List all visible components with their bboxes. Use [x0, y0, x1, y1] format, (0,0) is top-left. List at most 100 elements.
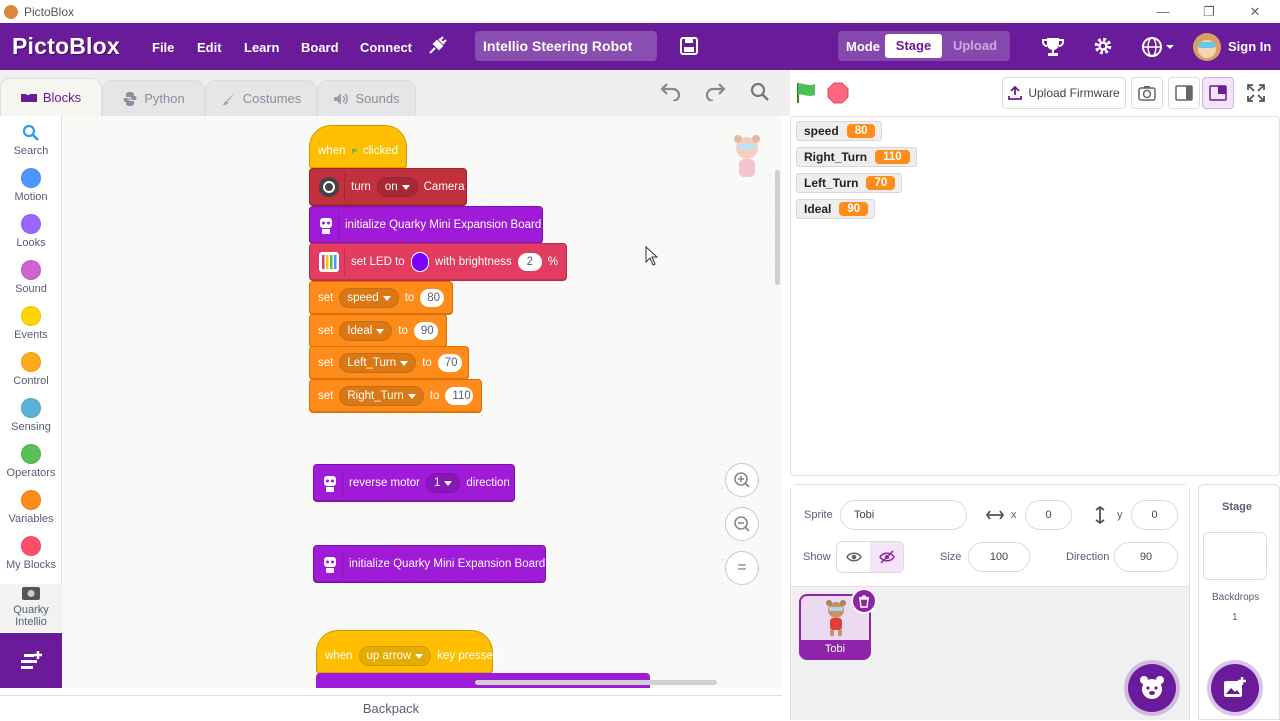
zoom-out-button[interactable]	[725, 507, 759, 541]
trophy-icon[interactable]	[1041, 35, 1065, 59]
stop-button[interactable]	[827, 82, 849, 104]
pictoblox-logo[interactable]: PictoBlox	[12, 33, 120, 60]
value-input[interactable]: 110	[445, 387, 473, 405]
block-set-led-brightness[interactable]: set LED to with brightness 2 %	[309, 243, 567, 281]
fullscreen-button[interactable]	[1240, 77, 1272, 109]
menu-file[interactable]: File	[152, 40, 174, 55]
project-name-input[interactable]: Intellio Steering Robot	[475, 31, 657, 61]
category-quarky-intellio[interactable]: Quarky Intellio	[0, 584, 62, 632]
variable-dropdown[interactable]: speed	[339, 288, 399, 308]
category-variables[interactable]: Variables	[0, 490, 62, 525]
tab-python[interactable]: Python	[102, 80, 205, 116]
zoom-reset-button[interactable]: =	[725, 551, 759, 585]
choose-backdrop-button[interactable]	[1211, 664, 1259, 712]
user-avatar-icon[interactable]	[1192, 32, 1222, 62]
category-looks[interactable]: Looks	[0, 214, 62, 249]
language-globe-icon[interactable]	[1141, 36, 1175, 58]
variable-dropdown[interactable]: Left_Turn	[339, 353, 417, 373]
category-sensing[interactable]: Sensing	[0, 398, 62, 433]
connect-plug-icon[interactable]	[426, 35, 448, 57]
value-input[interactable]: 80	[420, 289, 445, 307]
value-input[interactable]: 90	[413, 322, 438, 340]
direction-input[interactable]: 90	[1114, 542, 1178, 572]
category-operators[interactable]: Operators	[0, 444, 62, 479]
led-icon-slot	[318, 248, 345, 276]
size-input[interactable]: 100	[968, 542, 1030, 572]
block-turn-camera[interactable]: turn on Camera	[309, 168, 467, 206]
variable-monitor-left-turn[interactable]: Left_Turn 70	[796, 173, 903, 193]
add-backdrop-icon	[1224, 677, 1246, 697]
save-icon[interactable]	[679, 36, 699, 56]
category-search[interactable]: Search	[0, 124, 62, 157]
stage-canvas[interactable]	[790, 116, 1280, 476]
x-label: x	[1011, 509, 1017, 521]
mode-stage-button[interactable]: Stage	[885, 34, 942, 58]
maximize-button[interactable]: ❐	[1186, 0, 1232, 23]
menu-board[interactable]: Board	[301, 40, 339, 55]
search-icon	[22, 124, 39, 141]
backdrop-thumbnail[interactable]	[1203, 532, 1267, 580]
variable-monitor-speed[interactable]: speed 80	[796, 121, 883, 141]
block-set-speed[interactable]: set speed to 80	[309, 281, 453, 315]
variable-monitor-ideal[interactable]: Ideal 90	[796, 199, 876, 219]
block-initialize-expansion-board-2[interactable]: initialize Quarky Mini Expansion Board	[313, 545, 546, 583]
tab-costumes[interactable]: Costumes	[205, 80, 317, 116]
backpack-bar[interactable]: Backpack	[0, 695, 782, 720]
sprite-name-input[interactable]: Tobi	[840, 500, 967, 530]
variable-monitor-right-turn[interactable]: Right_Turn 110	[796, 147, 917, 167]
menu-connect[interactable]: Connect	[360, 40, 412, 55]
variable-dropdown[interactable]: Right_Turn	[339, 386, 424, 406]
category-events[interactable]: Events	[0, 306, 62, 341]
choose-sprite-button[interactable]	[1128, 664, 1176, 712]
value-input[interactable]: 70	[437, 354, 462, 372]
led-color-picker[interactable]	[410, 252, 430, 272]
zoom-in-button[interactable]	[725, 463, 759, 497]
block-when-flag-clicked[interactable]: when clicked	[309, 125, 407, 169]
key-dropdown[interactable]: up arrow	[358, 646, 432, 666]
category-my-blocks[interactable]: My Blocks	[0, 536, 62, 571]
tab-blocks[interactable]: Blocks	[0, 78, 102, 116]
hide-sprite-button[interactable]	[870, 542, 903, 572]
green-flag-run-button[interactable]	[795, 82, 817, 104]
undo-icon[interactable]	[660, 81, 682, 101]
block-set-right-turn[interactable]: set Right_Turn to 110	[309, 379, 482, 413]
camera-state-dropdown[interactable]: on	[376, 177, 418, 197]
vertical-scrollbar[interactable]	[775, 170, 780, 285]
close-window-button[interactable]: ✕	[1232, 0, 1278, 23]
blocks-tab-icon	[20, 93, 37, 102]
large-stage-button[interactable]	[1202, 77, 1234, 109]
block-set-left-turn[interactable]: set Left_Turn to 70	[309, 346, 469, 380]
block-initialize-expansion-board[interactable]: initialize Quarky Mini Expansion Board	[309, 206, 543, 244]
led-brightness-input[interactable]: 2	[517, 253, 542, 271]
add-extension-button[interactable]	[0, 633, 62, 688]
menu-edit[interactable]: Edit	[197, 40, 222, 55]
upload-firmware-button[interactable]: Upload Firmware	[1002, 77, 1126, 109]
tab-sounds[interactable]: Sounds	[317, 80, 416, 116]
minimize-button[interactable]: —	[1140, 0, 1186, 23]
category-motion[interactable]: Motion	[0, 168, 62, 203]
category-sound[interactable]: Sound	[0, 260, 62, 295]
add-sprite-icon	[1140, 676, 1164, 699]
sign-in-link[interactable]: Sign In	[1228, 39, 1271, 54]
variable-dropdown[interactable]: Ideal	[339, 321, 393, 341]
category-control[interactable]: Control	[0, 352, 62, 387]
block-reverse-motor[interactable]: reverse motor 1 direction	[313, 464, 515, 502]
x-position-input[interactable]: 0	[1025, 500, 1072, 530]
horizontal-arrows-icon	[986, 510, 1004, 520]
mode-upload-button[interactable]: Upload	[944, 34, 1006, 58]
motor-dropdown[interactable]: 1	[425, 473, 461, 493]
search-workspace-icon[interactable]	[750, 82, 770, 102]
small-stage-button[interactable]	[1168, 77, 1200, 109]
block-when-key-pressed[interactable]: when up arrow key pressed	[316, 630, 499, 674]
block-set-ideal[interactable]: set Ideal to 90	[309, 314, 447, 348]
horizontal-scrollbar[interactable]	[475, 680, 717, 685]
y-position-input[interactable]: 0	[1131, 500, 1178, 530]
camera-snapshot-button[interactable]	[1131, 77, 1163, 109]
show-sprite-button[interactable]	[837, 542, 870, 572]
menu-learn[interactable]: Learn	[244, 40, 279, 55]
category-label: Quarky Intellio	[13, 604, 49, 628]
block-text: to	[398, 325, 408, 337]
delete-sprite-button[interactable]	[851, 588, 877, 614]
gear-icon[interactable]	[1092, 35, 1114, 57]
redo-icon[interactable]	[704, 81, 726, 101]
